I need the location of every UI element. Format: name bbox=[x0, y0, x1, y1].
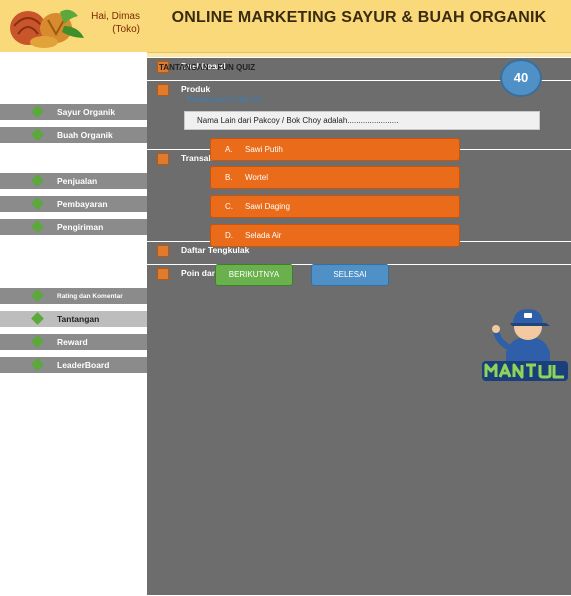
diamond-bullet-icon bbox=[31, 197, 44, 210]
diamond-bullet-icon bbox=[31, 335, 44, 348]
option-letter: D. bbox=[225, 231, 233, 240]
quiz-panel: TANTANGAN – FUN QUIZ 40 Pertanyaan 5 dar… bbox=[147, 53, 571, 385]
option-text: Selada Air bbox=[245, 231, 282, 240]
user-info: Hai, Dimas (Toko) bbox=[86, 10, 140, 36]
user-greeting: Hai, Dimas bbox=[91, 11, 140, 22]
answer-option-b[interactable]: B. Wortel bbox=[210, 166, 460, 189]
sidebar-item-label: LeaderBoard bbox=[57, 360, 110, 370]
sidebar-item-tantangan[interactable]: Tantangan bbox=[0, 310, 147, 328]
user-role: (Toko) bbox=[112, 24, 140, 35]
app-window: Hai, Dimas (Toko) ONLINE MARKETING SAYUR… bbox=[0, 0, 571, 596]
mascot-illustration bbox=[482, 309, 568, 381]
sidebar-item-label: Pengiriman bbox=[57, 222, 104, 232]
diamond-bullet-icon bbox=[31, 312, 44, 325]
question-progress: Pertanyaan 5 dari 10 bbox=[187, 95, 262, 104]
sidebar-item-penjualan[interactable]: Penjualan bbox=[0, 172, 147, 190]
sidebar-item-sayur-organik[interactable]: Sayur Organik bbox=[0, 103, 147, 121]
sidebar-item-label: Penjualan bbox=[57, 176, 98, 186]
question-text: Nama Lain dari Pakcoy / Bok Choy adalah.… bbox=[184, 111, 540, 130]
sidebar-item-label: Tantangan bbox=[57, 314, 100, 324]
diamond-bullet-icon bbox=[31, 105, 44, 118]
vegetables-logo bbox=[10, 9, 84, 48]
diamond-bullet-icon bbox=[31, 220, 44, 233]
diamond-bullet-icon bbox=[31, 174, 44, 187]
option-text: Sawi Putih bbox=[245, 145, 283, 154]
sidebar-item-reward[interactable]: Reward bbox=[0, 333, 147, 351]
sidebar-item-label: Sayur Organik bbox=[57, 107, 116, 117]
section-title: TANTANGAN – FUN QUIZ bbox=[159, 63, 256, 72]
sidebar-item-label: Buah Organik bbox=[57, 130, 113, 140]
sidebar-item-leaderboard[interactable]: LeaderBoard bbox=[0, 356, 147, 374]
sidebar-item-buah-organik[interactable]: Buah Organik bbox=[0, 126, 147, 144]
option-text: Sawi Daging bbox=[245, 202, 290, 211]
countdown-timer: 40 bbox=[500, 59, 542, 97]
diamond-bullet-icon bbox=[31, 358, 44, 371]
sidebar-item-pengiriman[interactable]: Pengiriman bbox=[0, 218, 147, 236]
option-letter: C. bbox=[225, 202, 233, 211]
answer-option-c[interactable]: C. Sawi Daging bbox=[210, 195, 460, 218]
diamond-bullet-icon bbox=[31, 128, 44, 141]
finish-button[interactable]: SELESAI bbox=[311, 264, 389, 286]
header-bar: Hai, Dimas (Toko) ONLINE MARKETING SAYUR… bbox=[0, 0, 571, 53]
option-letter: A. bbox=[225, 145, 233, 154]
sidebar: Dashboard Produk Sayur Organik Buah Orga… bbox=[0, 52, 571, 596]
sidebar-item-label: Pembayaran bbox=[57, 199, 108, 209]
diamond-bullet-icon bbox=[31, 289, 44, 302]
option-letter: B. bbox=[225, 173, 233, 182]
next-button[interactable]: BERIKUTNYA bbox=[215, 264, 293, 286]
sidebar-item-label: Rating dan Komentar bbox=[57, 293, 123, 300]
option-text: Wortel bbox=[245, 173, 268, 182]
mascot-wordmark bbox=[482, 361, 568, 381]
sidebar-item-label: Reward bbox=[57, 337, 88, 347]
answer-option-d[interactable]: D. Selada Air bbox=[210, 224, 460, 247]
sidebar-item-rating-dan-komentar[interactable]: Rating dan Komentar bbox=[0, 287, 147, 305]
answer-option-a[interactable]: A. Sawi Putih bbox=[210, 138, 460, 161]
sidebar-item-pembayaran[interactable]: Pembayaran bbox=[0, 195, 147, 213]
app-title: ONLINE MARKETING SAYUR & BUAH ORGANIK bbox=[171, 9, 547, 26]
